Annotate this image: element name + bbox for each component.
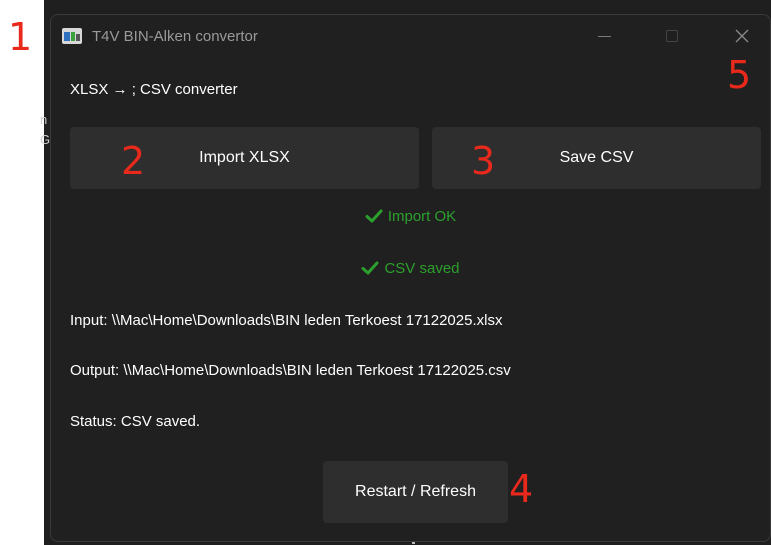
close-icon[interactable] [730, 24, 754, 48]
restart-refresh-label: Restart / Refresh [355, 483, 476, 500]
minimize-icon[interactable] [594, 25, 616, 47]
annotation-4: 4 [509, 467, 534, 511]
window-title: T4V BIN-Alken convertor [92, 28, 258, 45]
app-window: T4V BIN-Alken convertor XLSX → ; CSV con… [50, 14, 771, 542]
csv-saved-indicator: CSV saved [51, 260, 770, 277]
import-ok-indicator: Import OK [51, 208, 770, 225]
background-window-fragment: n G [40, 110, 50, 150]
annotation-3: 3 [471, 139, 496, 183]
import-ok-text: Import OK [387, 208, 457, 225]
import-xlsx-label: Import XLSX [199, 149, 290, 166]
title-bar[interactable]: T4V BIN-Alken convertor [51, 15, 770, 59]
background-glyph: n [40, 112, 48, 127]
app-icon [62, 28, 82, 44]
restart-refresh-button[interactable]: Restart / Refresh [323, 461, 508, 523]
checkmark-icon [361, 261, 379, 275]
background-glyph: G [40, 132, 51, 147]
status-text: Status: CSV saved. [70, 413, 201, 430]
annotation-2: 2 [121, 139, 146, 183]
annotation-1: 1 [8, 15, 33, 59]
annotation-5: 5 [727, 53, 752, 97]
output-path-text: Output: \\Mac\Home\Downloads\BIN leden T… [70, 362, 511, 379]
checkmark-icon [365, 209, 383, 223]
csv-saved-text: CSV saved [384, 260, 460, 277]
save-csv-label: Save CSV [559, 149, 634, 166]
maximize-icon[interactable] [661, 25, 683, 47]
input-path-text: Input: \\Mac\Home\Downloads\BIN leden Te… [70, 312, 503, 329]
converter-subtitle: XLSX → ; CSV converter [70, 81, 238, 98]
